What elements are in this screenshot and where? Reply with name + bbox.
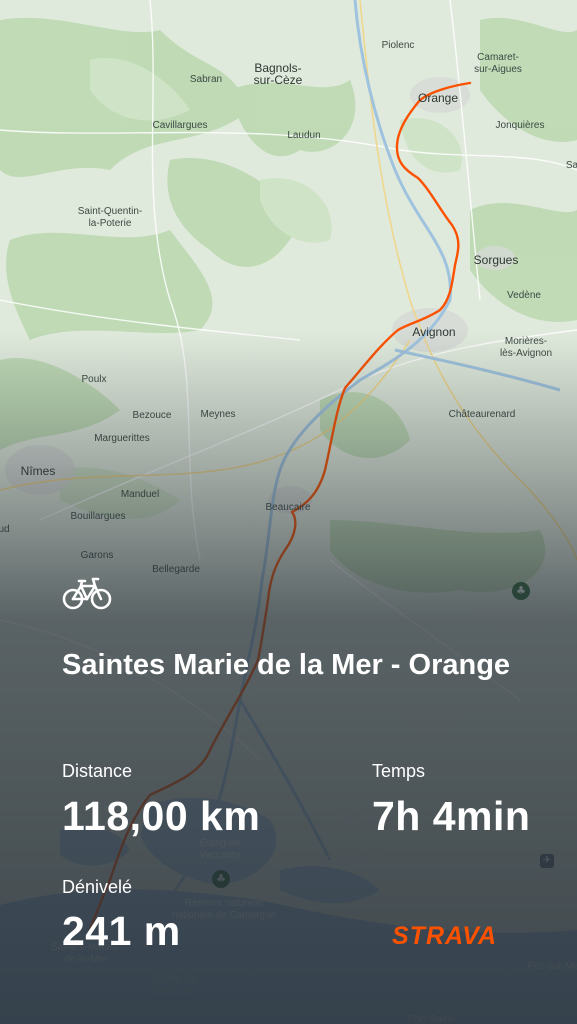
place-label: ud	[0, 524, 10, 535]
place-label: Manduel	[120, 489, 160, 500]
distance-value: 118,00 km	[62, 793, 261, 839]
place-label: Bagnols- sur-Cèze	[253, 61, 303, 87]
elevation-label: Dénivelé	[62, 877, 133, 897]
place-label: Sabran	[189, 74, 223, 85]
park-icon: ♣	[512, 582, 530, 600]
place-label: Nîmes	[20, 464, 56, 478]
place-label: Châteaurenard	[448, 409, 516, 420]
place-label: Bellegarde	[152, 564, 200, 575]
place-label: QIE	[537, 874, 555, 885]
place-label: Camaret- sur-Aigues	[474, 52, 522, 75]
strava-logo: STRAVA	[392, 922, 498, 950]
place-label: Poulx	[81, 374, 107, 385]
place-label: Saint-Quentin- la-Poterie	[77, 206, 143, 229]
bike-icon	[62, 577, 112, 610]
time-value: 7h 4min	[372, 793, 531, 839]
park-icon: ♣	[212, 870, 230, 888]
place-label: Le Sambuc	[320, 853, 372, 864]
time-label: Temps	[372, 761, 426, 781]
place-label: Port-Saint- Louis-du-Rhône	[408, 1014, 456, 1024]
distance-label: Distance	[62, 761, 133, 781]
place-label: Saint-Martin- de-Crau	[404, 712, 462, 735]
place-label: Sorgues	[473, 253, 519, 267]
airport-icon: ✈	[540, 854, 554, 868]
place-label: Parc naturel régional des Alpilles	[473, 612, 567, 635]
place-label: Sa	[565, 160, 577, 171]
place-label: Bouillargues	[70, 511, 126, 522]
place-label: Beaucaire	[265, 502, 311, 513]
place-label: Vedène	[507, 290, 541, 301]
place-label: Étang de Vaccarès	[199, 838, 241, 861]
elevation-value: 241 m	[62, 908, 181, 954]
place-label: Bezouce	[132, 410, 172, 421]
place-label: Morières- lès-Avignon	[499, 336, 553, 359]
place-label: Meynes	[200, 409, 236, 420]
place-label: Laudun	[287, 130, 321, 141]
place-label: Avignon	[412, 325, 456, 339]
place-label: Piolenc	[381, 40, 415, 51]
place-label: Orange	[417, 91, 459, 105]
place-label: Fos-sur-Mer	[527, 961, 577, 972]
activity-share-card: Piolenc Camaret- sur-Aigues Bagnols- sur-C…	[0, 0, 577, 1024]
place-label: Marguerittes	[94, 433, 150, 444]
place-label: Cavillargues	[152, 120, 208, 131]
place-label: Garons	[80, 550, 114, 561]
place-label: Jonquières	[495, 120, 545, 131]
activity-title: Saintes Marie de la Mer - Orange	[62, 649, 511, 681]
place-label: Réserve naturelle nationale de Camargue	[172, 898, 276, 921]
place-label: Golfe de Beauduc	[152, 974, 200, 997]
